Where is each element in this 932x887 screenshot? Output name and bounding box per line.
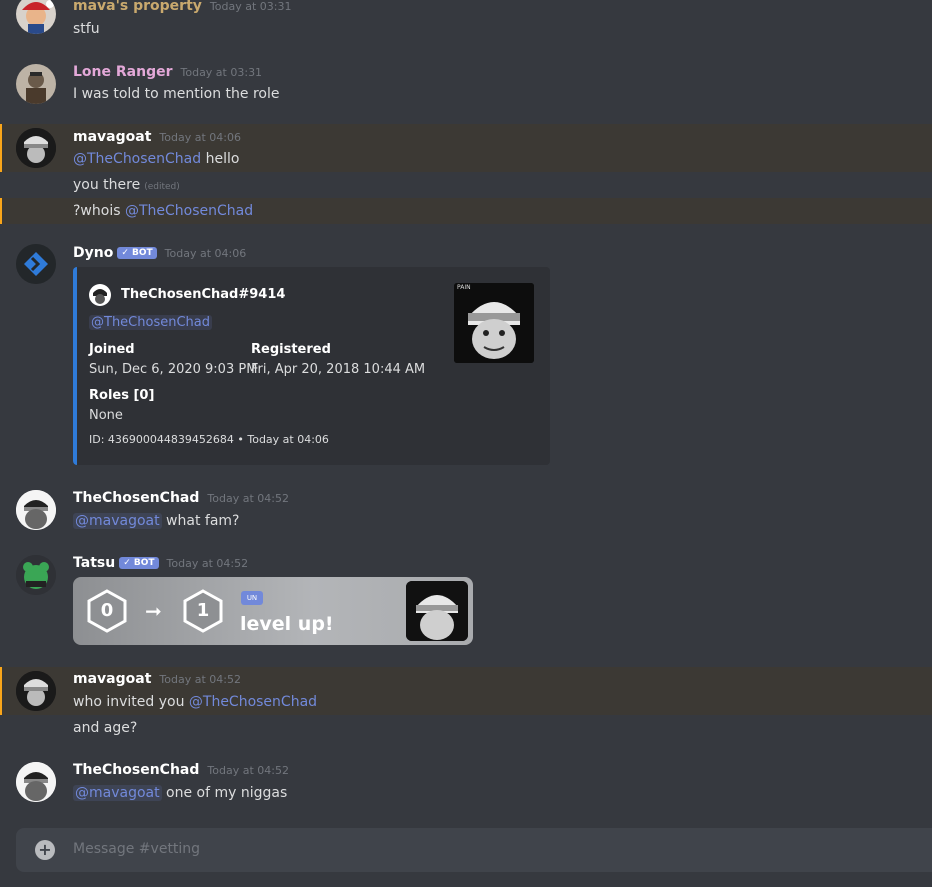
embed-thumbnail[interactable]: PAIN [454, 283, 534, 363]
roles-label: Roles [0] [89, 388, 155, 403]
avatar[interactable] [16, 555, 56, 595]
embed-accent-bar [73, 267, 77, 465]
message-text: @TheChosenChad hello [73, 151, 239, 167]
username[interactable]: Dyno ✓ BOT Today at 04:06 [73, 245, 246, 261]
username[interactable]: TheChosenChad Today at 04:52 [73, 762, 289, 778]
message-text: stfu [73, 21, 100, 37]
message-text: and age? [73, 720, 138, 736]
timestamp: Today at 04:52 [166, 557, 249, 570]
embed-author-icon [89, 284, 111, 306]
user-mention[interactable]: @TheChosenChad [73, 151, 201, 167]
avatar[interactable] [16, 490, 56, 530]
message-content: what fam? [161, 513, 240, 529]
message-text: ?whois @TheChosenChad [73, 203, 253, 219]
username[interactable]: mavagoat Today at 04:52 [73, 671, 241, 687]
message-content: you there [73, 177, 141, 193]
message-text: who invited you @TheChosenChad [73, 694, 317, 710]
level-from: 0 [100, 600, 114, 621]
user-mention[interactable]: @TheChosenChad [125, 203, 253, 219]
avatar[interactable] [16, 0, 56, 34]
message-content: ?whois [73, 203, 125, 219]
avatar[interactable] [16, 244, 56, 284]
message-text: @mavagoat one of my niggas [73, 785, 287, 801]
message-text: I was told to mention the role [73, 86, 280, 102]
timestamp: Today at 04:06 [159, 131, 241, 144]
username[interactable]: Lone Ranger Today at 03:31 [73, 64, 262, 80]
whois-embed: TheChosenChad#9414 @TheChosenChad Joined… [73, 267, 550, 465]
avatar[interactable] [16, 762, 56, 802]
user-mention[interactable]: @mavagoat [73, 513, 162, 529]
arrow-right-icon: ➞ [145, 599, 162, 623]
message-content: who invited you [73, 694, 189, 710]
username[interactable]: mava's property Today at 03:31 [73, 0, 291, 14]
username-label[interactable]: mavagoat [73, 671, 151, 687]
roles-value: None [89, 408, 123, 423]
levelup-card[interactable]: 0 ➞ 1 UN level up! [73, 577, 473, 645]
joined-label: Joined [89, 342, 135, 357]
mention-bar [0, 667, 2, 715]
username-label[interactable]: Lone Ranger [73, 64, 173, 80]
registered-value: Fri, Apr 20, 2018 10:44 AM [251, 362, 426, 377]
message-text: you there (edited) [73, 177, 180, 193]
timestamp: Today at 04:52 [207, 764, 289, 777]
username-label[interactable]: mavagoat [73, 129, 151, 145]
avatar[interactable] [16, 671, 56, 711]
avatar[interactable] [16, 128, 56, 168]
username-label[interactable]: TheChosenChad [73, 762, 199, 778]
registered-label: Registered [251, 342, 331, 357]
timestamp: Today at 04:06 [164, 247, 247, 260]
level-to: 1 [196, 600, 210, 621]
username-label[interactable]: TheChosenChad [73, 490, 199, 506]
username-label[interactable]: mava's property [73, 0, 202, 14]
small-badge-icon: UN [241, 591, 263, 605]
message-composer[interactable]: + Message #vetting [16, 828, 932, 872]
user-mention[interactable]: @TheChosenChad [189, 694, 317, 710]
timestamp: Today at 04:52 [207, 492, 289, 505]
bot-badge: ✓ BOT [119, 557, 159, 569]
user-mention[interactable]: @TheChosenChad [89, 315, 212, 330]
username[interactable]: mavagoat Today at 04:06 [73, 129, 241, 145]
levelup-text: level up! [240, 613, 334, 635]
user-mention[interactable]: @mavagoat [73, 785, 162, 801]
joined-value: Sun, Dec 6, 2020 9:03 PM [89, 362, 258, 377]
level-to-hex: 1 [181, 589, 225, 633]
thumbnail-caption: PAIN [457, 284, 471, 291]
mention-bar [0, 124, 2, 172]
username[interactable]: Tatsu ✓ BOT Today at 04:52 [73, 555, 248, 571]
message-content: one of my niggas [161, 785, 288, 801]
username-label[interactable]: Dyno [73, 245, 113, 261]
embed-footer: ID: 436900044839452684 • Today at 04:06 [89, 433, 329, 446]
embed-mention-row: @TheChosenChad [89, 315, 212, 330]
edited-marker: (edited) [144, 182, 180, 192]
bot-badge: ✓ BOT [117, 247, 157, 259]
add-attachment-icon[interactable]: + [35, 840, 55, 860]
timestamp: Today at 04:52 [159, 673, 241, 686]
levelup-avatar [406, 581, 468, 641]
username[interactable]: TheChosenChad Today at 04:52 [73, 490, 289, 506]
timestamp: Today at 03:31 [209, 0, 292, 13]
mention-bar [0, 198, 2, 224]
embed-author-name[interactable]: TheChosenChad#9414 [121, 287, 285, 302]
level-from-hex: 0 [85, 589, 129, 633]
message-content: hello [201, 151, 240, 167]
avatar[interactable] [16, 64, 56, 104]
username-label[interactable]: Tatsu [73, 555, 115, 571]
message-text: @mavagoat what fam? [73, 513, 239, 529]
message-input[interactable]: Message #vetting [73, 841, 200, 857]
timestamp: Today at 03:31 [180, 66, 263, 79]
